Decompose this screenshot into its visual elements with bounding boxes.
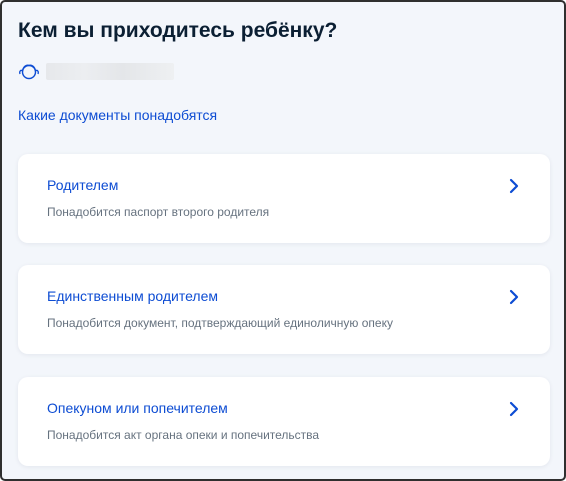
option-card-parent[interactable]: Родителем Понадобится паспорт второго ро…	[18, 154, 550, 243]
option-card-guardian[interactable]: Опекуном или попечителем Понадобится акт…	[18, 377, 550, 466]
child-info	[18, 61, 188, 81]
child-face-icon	[19, 64, 39, 80]
chevron-right-icon	[509, 401, 519, 417]
option-description: Понадобится паспорт второго родителя	[47, 205, 270, 219]
chevron-right-icon	[509, 289, 519, 305]
option-title: Опекуном или попечителем	[47, 400, 228, 416]
option-card-single-parent[interactable]: Единственным родителем Понадобится докум…	[18, 265, 550, 354]
child-name-redacted	[46, 63, 174, 80]
option-description: Понадобится документ, подтверждающий еди…	[47, 316, 393, 330]
app-window: Кем вы приходитесь ребёнку? Какие докуме…	[0, 0, 566, 481]
option-title: Единственным родителем	[47, 288, 218, 304]
page-title: Кем вы приходитесь ребёнку?	[18, 19, 338, 42]
chevron-right-icon	[509, 178, 519, 194]
option-title: Родителем	[47, 177, 119, 193]
required-documents-link[interactable]: Какие документы понадобятся	[18, 107, 217, 123]
option-description: Понадобится акт органа опеки и попечител…	[47, 428, 320, 442]
